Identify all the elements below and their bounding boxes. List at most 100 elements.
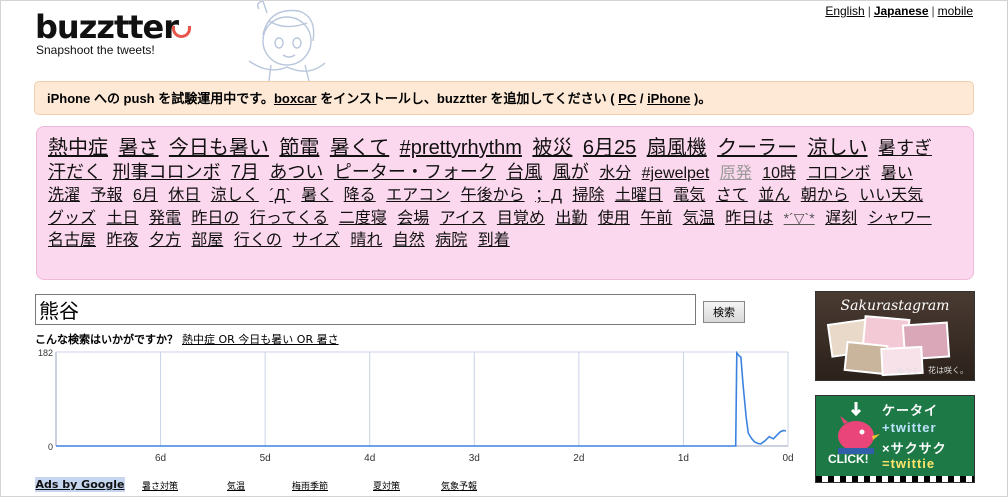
ad-link[interactable]: 気温 — [227, 479, 245, 492]
trend-keyword-link[interactable]: 会場 — [397, 210, 429, 227]
tweet-volume-chart: 6d 5d 4d 3d 2d 1d 0d 182 0 — [38, 348, 794, 464]
iphone-link[interactable]: iPhone — [647, 91, 690, 106]
trend-keyword-link[interactable]: 昨日は — [725, 210, 773, 227]
trend-keyword-link[interactable]: 汗だく — [48, 162, 102, 182]
notice-text: / — [636, 91, 648, 106]
trend-keyword-link[interactable]: 午前 — [640, 210, 672, 227]
trend-keyword-link[interactable]: さて — [716, 187, 748, 204]
trend-keyword-link[interactable]: ´Д` — [269, 187, 291, 204]
twittie-line1: ケータイ — [882, 403, 939, 418]
trend-keyword-link[interactable]: 暑い — [881, 165, 913, 182]
trend-keyword-link[interactable]: 台風 — [506, 162, 542, 182]
lang-english-link[interactable]: English — [825, 4, 864, 18]
trend-keyword-link[interactable]: 暑く — [301, 187, 333, 204]
suggestion-query-link[interactable]: 熱中症 OR 今日も暑い OR 暑さ — [182, 333, 339, 346]
trend-keyword-link[interactable]: 出勤 — [555, 210, 587, 227]
twittie-banner[interactable]: ケータイ +twitter ×サクサク =twittie CLICK! — [815, 395, 975, 483]
trend-keyword-link[interactable]: サイズ — [292, 232, 340, 249]
ad-link[interactable]: 梅雨季節 — [292, 479, 328, 492]
trend-keyword-link[interactable]: 扇風機 — [647, 137, 707, 159]
trend-keyword-link[interactable]: 原発 — [720, 165, 752, 182]
search-suggestion: こんな検索はいかがですか？ 熱中症 OR 今日も暑い OR 暑さ — [35, 331, 339, 347]
trend-keyword-link[interactable]: 名古屋 — [48, 232, 96, 249]
x-tick-label: 3d — [469, 453, 480, 464]
search-button[interactable]: 検索 — [703, 301, 745, 323]
trend-keyword-link[interactable]: 今日も暑い — [169, 137, 269, 159]
trend-keyword-link[interactable]: 土曜日 — [615, 187, 663, 204]
trend-keyword-link[interactable]: グッズ — [48, 210, 96, 227]
ad-link[interactable]: 夏対策 — [373, 479, 400, 492]
pc-link[interactable]: PC — [618, 91, 636, 106]
trend-keyword-link[interactable]: 暑くて — [330, 137, 389, 159]
lang-japanese-link[interactable]: Japanese — [874, 4, 929, 18]
trend-keyword-link[interactable]: 刑事コロンボ — [112, 162, 220, 182]
trend-keyword-link[interactable]: クーラー — [717, 137, 797, 159]
trend-keyword-link[interactable]: 掃除 — [572, 187, 604, 204]
trend-keyword-link[interactable]: 水分 — [599, 165, 631, 182]
trend-keyword-link[interactable]: 7月 — [231, 162, 259, 182]
trend-keyword-link[interactable]: 涼しく — [211, 187, 259, 204]
x-tick-label: 2d — [573, 453, 584, 464]
trend-keyword-link[interactable]: 昨夜 — [106, 232, 138, 249]
trend-keyword-link[interactable]: 涼しい — [808, 137, 868, 159]
trend-keyword-link[interactable]: 土日 — [106, 210, 138, 227]
trend-keyword-link[interactable]: 節電 — [279, 137, 319, 159]
site-logo[interactable]: buzztter — [35, 9, 179, 45]
trend-keyword-link[interactable]: 二度寝 — [339, 210, 387, 227]
trend-keyword-link[interactable]: エアコン — [386, 187, 450, 204]
trend-keyword-link[interactable]: 到着 — [478, 232, 510, 249]
trend-keyword-link[interactable]: *´▽`* — [784, 210, 815, 226]
trend-keyword-link[interactable]: 使用 — [598, 210, 630, 227]
trend-keyword-link[interactable]: 部屋 — [191, 232, 223, 249]
ad-link[interactable]: 暑さ対策 — [142, 479, 178, 492]
trend-keyword-link[interactable]: 暑すぎ — [878, 138, 932, 158]
trend-keyword-link[interactable]: 並ん — [758, 187, 790, 204]
trend-keyword-link[interactable]: 午後から — [461, 187, 525, 204]
sakurastagram-banner[interactable]: Sakurastagram もっと、花は咲く。 — [815, 291, 975, 381]
trend-keyword-link[interactable]: 休日 — [168, 187, 200, 204]
trend-keyword-link[interactable]: 電気 — [673, 187, 705, 204]
trend-keyword-link[interactable]: ピーター・フォーク — [334, 162, 496, 182]
trend-keyword-link[interactable]: 行くの — [234, 232, 282, 249]
ads-by-google-label[interactable]: Ads by Google — [35, 477, 125, 492]
trend-keyword-link[interactable]: 降る — [344, 187, 376, 204]
trend-keyword-link[interactable]: 6月 — [133, 187, 158, 204]
trend-keyword-link[interactable]: 6月25 — [583, 137, 636, 159]
trend-keyword-link[interactable]: 行ってくる — [250, 210, 328, 227]
trend-keyword-link[interactable]: 予報 — [90, 187, 122, 204]
trend-keyword-link[interactable]: あつい — [269, 162, 323, 182]
trend-keyword-link[interactable]: #jewelpet — [642, 165, 710, 182]
trend-keyword-link[interactable]: 昨日の — [191, 210, 239, 227]
trend-keyword-link[interactable]: 発電 — [149, 210, 181, 227]
trend-keyword-link[interactable]: 夕方 — [149, 232, 181, 249]
ad-link[interactable]: 気象予報 — [441, 479, 477, 492]
x-tick-label: 0d — [782, 453, 793, 464]
trend-keyword-link[interactable]: いい天気 — [859, 187, 923, 204]
trend-keyword-link[interactable]: 目覚め — [497, 210, 545, 227]
trend-keyword-link[interactable]: ；Д — [535, 187, 562, 204]
trend-keyword-link[interactable]: #prettyrhythm — [400, 137, 522, 159]
trend-keyword-link[interactable]: 病院 — [435, 232, 467, 249]
language-switcher: English | Japanese | mobile — [825, 4, 973, 18]
trend-keyword-link[interactable]: 朝から — [801, 187, 849, 204]
mascot-illustration — [248, 1, 326, 81]
trend-keyword-link[interactable]: 熱中症 — [48, 137, 108, 159]
x-tick-label: 6d — [155, 453, 166, 464]
lang-mobile-link[interactable]: mobile — [938, 4, 973, 18]
boxcar-link[interactable]: boxcar — [274, 91, 317, 106]
trend-keyword-link[interactable]: 晴れ — [350, 232, 382, 249]
trend-keyword-link[interactable]: シャワー — [868, 210, 932, 227]
trend-keyword-link[interactable]: 10時 — [762, 165, 796, 182]
trend-keyword-link[interactable]: 洗濯 — [48, 187, 80, 204]
trending-keywords-cloud: 熱中症 暑さ 今日も暑い 節電 暑くて #prettyrhythm 被災 6月2… — [36, 126, 974, 280]
search-input[interactable] — [35, 294, 696, 325]
trend-keyword-link[interactable]: 気温 — [683, 210, 715, 227]
trend-keyword-link[interactable]: 被災 — [532, 137, 572, 159]
trend-keyword-link[interactable]: 自然 — [393, 232, 425, 249]
trend-keyword-link[interactable]: 風が — [553, 162, 589, 182]
push-notice-banner: iPhone への push を試験運用中です。boxcar をインストールし、… — [34, 81, 974, 115]
trend-keyword-link[interactable]: 暑さ — [118, 137, 158, 159]
trend-keyword-link[interactable]: 遅刻 — [825, 210, 857, 227]
trend-keyword-link[interactable]: アイス — [440, 210, 487, 227]
trend-keyword-link[interactable]: コロンボ — [806, 165, 870, 182]
